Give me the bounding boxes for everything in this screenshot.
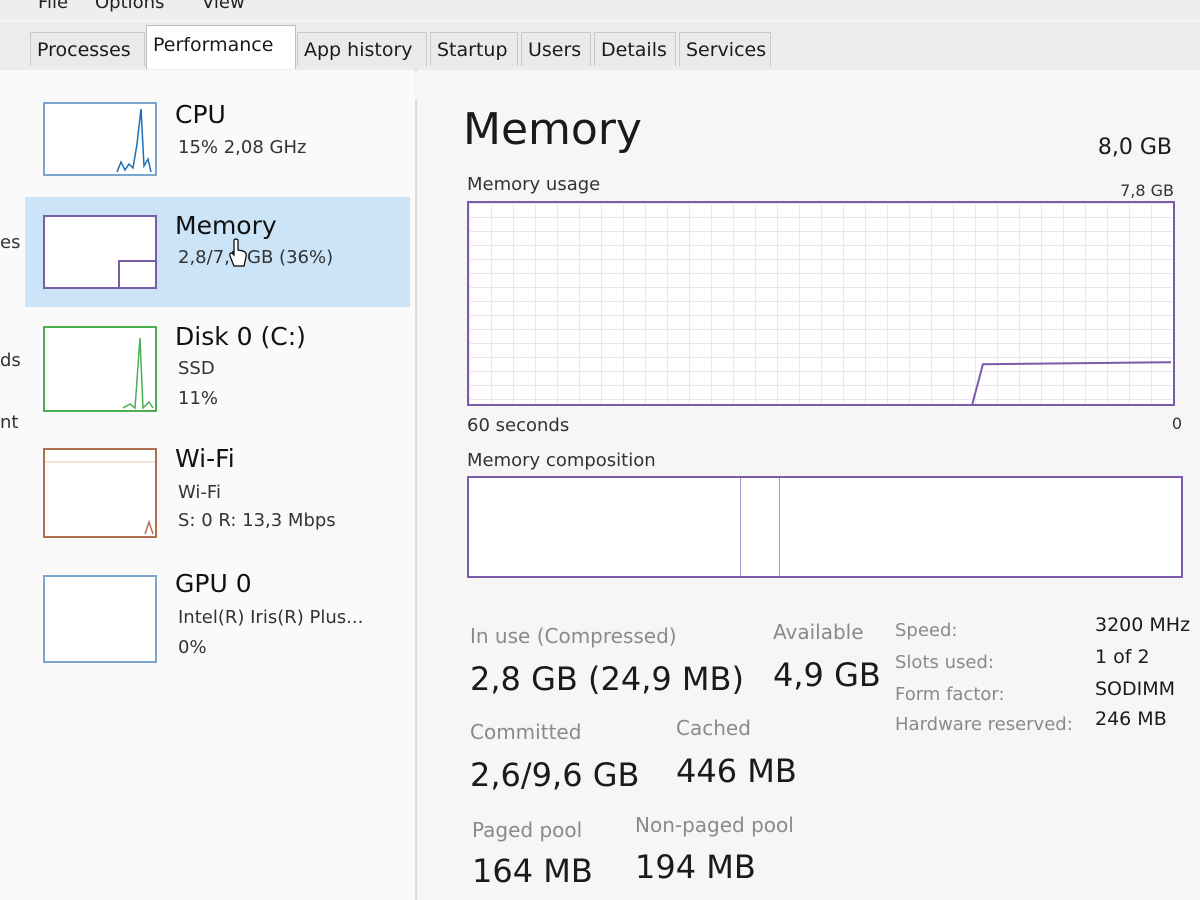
in-use-label: In use (Compressed) [470,624,677,648]
available-value: 4,9 GB [773,656,881,694]
tab-processes[interactable]: Processes [30,32,145,66]
wifi-thumbnail-graph [43,448,157,538]
tab-users[interactable]: Users [521,32,591,66]
memory-thumbnail-fill [118,260,155,287]
resource-item-wifi[interactable]: Wi-Fi Wi-Fi S: 0 R: 13,3 Mbps [25,440,410,550]
memory-usage-label: Memory usage [467,174,601,195]
committed-label: Committed [470,720,582,744]
hand-cursor-icon [229,238,247,267]
resource-item-disk[interactable]: Disk 0 (C:) SSD 11% [25,318,410,428]
resource-cpu-usage: 15% 2,08 GHz [178,137,307,158]
memory-total: 8,0 GB [1097,135,1172,160]
nonpaged-pool-label: Non-paged pool [635,813,794,837]
resource-title-gpu: GPU 0 [175,569,252,598]
resource-item-cpu[interactable]: CPU 15% 2,08 GHz [25,90,410,200]
resource-item-gpu[interactable]: GPU 0 Intel(R) Iris(R) Plus... 0% [25,563,410,673]
composition-in-use-segment [469,478,741,576]
tab-app-history[interactable]: App history [297,32,427,66]
cpu-thumbnail-graph [43,102,157,176]
resource-item-memory[interactable]: Memory 2,8/7,8 GB (36%) [25,197,410,307]
resource-wifi-adapter: Wi-Fi [178,482,221,503]
resource-disk-usage: 11% [178,388,219,409]
menu-options[interactable]: Options [95,0,164,13]
spec-hardware-reserved-label: Hardware reserved: [895,714,1073,735]
paged-pool-label: Paged pool [472,818,583,842]
available-label: Available [773,620,864,644]
composition-modified-segment [740,478,780,576]
resource-title-wifi: Wi-Fi [175,444,235,473]
wifi-sparkline [45,461,155,535]
tab-startup[interactable]: Startup [430,32,518,66]
page-title: Memory [463,104,642,155]
spec-slots-value: 1 of 2 [1095,646,1150,668]
resource-gpu-name: Intel(R) Iris(R) Plus... [178,607,364,628]
spec-form-factor-value: SODIMM [1095,678,1176,700]
memory-usage-line [971,361,1172,405]
spec-form-factor-label: Form factor: [895,684,1005,705]
resource-gpu-usage: 0% [178,637,207,658]
disk-thumbnail-graph [43,326,157,412]
resource-wifi-throughput: S: 0 R: 13,3 Mbps [178,510,336,531]
graph-zero-label: 0 [1171,414,1182,433]
spec-hardware-reserved-value: 246 MB [1095,708,1167,730]
cpu-sparkline [116,108,152,173]
tab-performance[interactable]: Performance [146,25,296,69]
menu-view[interactable]: View [202,0,245,13]
memory-thumbnail-graph [43,215,157,289]
menu-file[interactable]: File [38,0,68,13]
resource-title-disk: Disk 0 (C:) [175,322,306,351]
tab-services[interactable]: Services [679,32,771,66]
tab-bar: Processes Performance App history Startu… [0,22,1200,71]
edge-fragment: ds [0,350,21,371]
cached-value: 446 MB [676,752,797,790]
disk-sparkline [122,337,154,410]
spec-slots-label: Slots used: [895,652,994,673]
resource-title-cpu: CPU [175,100,226,129]
time-span-label: 60 seconds [467,415,570,436]
memory-usage-graph [467,201,1175,406]
nonpaged-pool-value: 194 MB [635,848,756,886]
committed-value: 2,6/9,6 GB [470,756,640,794]
cached-label: Cached [676,716,751,740]
edge-fragment: es [0,232,21,253]
paged-pool-value: 164 MB [472,852,593,890]
memory-composition-bar [467,476,1183,578]
menu-bar: File Options View [0,0,1200,20]
memory-usage-max: 7,8 GB [1120,181,1174,200]
spec-speed-label: Speed: [895,620,958,641]
spec-speed-value: 3200 MHz [1095,614,1191,636]
resource-title-memory: Memory [175,211,277,240]
resource-memory-usage: 2,8/7,8 GB (36%) [178,247,334,268]
tab-details[interactable]: Details [594,32,676,66]
edge-fragment: nt [0,412,19,433]
gpu-thumbnail-graph [43,575,157,663]
resource-disk-type: SSD [178,358,215,379]
memory-composition-label: Memory composition [467,450,656,471]
in-use-value: 2,8 GB (24,9 MB) [470,660,744,698]
